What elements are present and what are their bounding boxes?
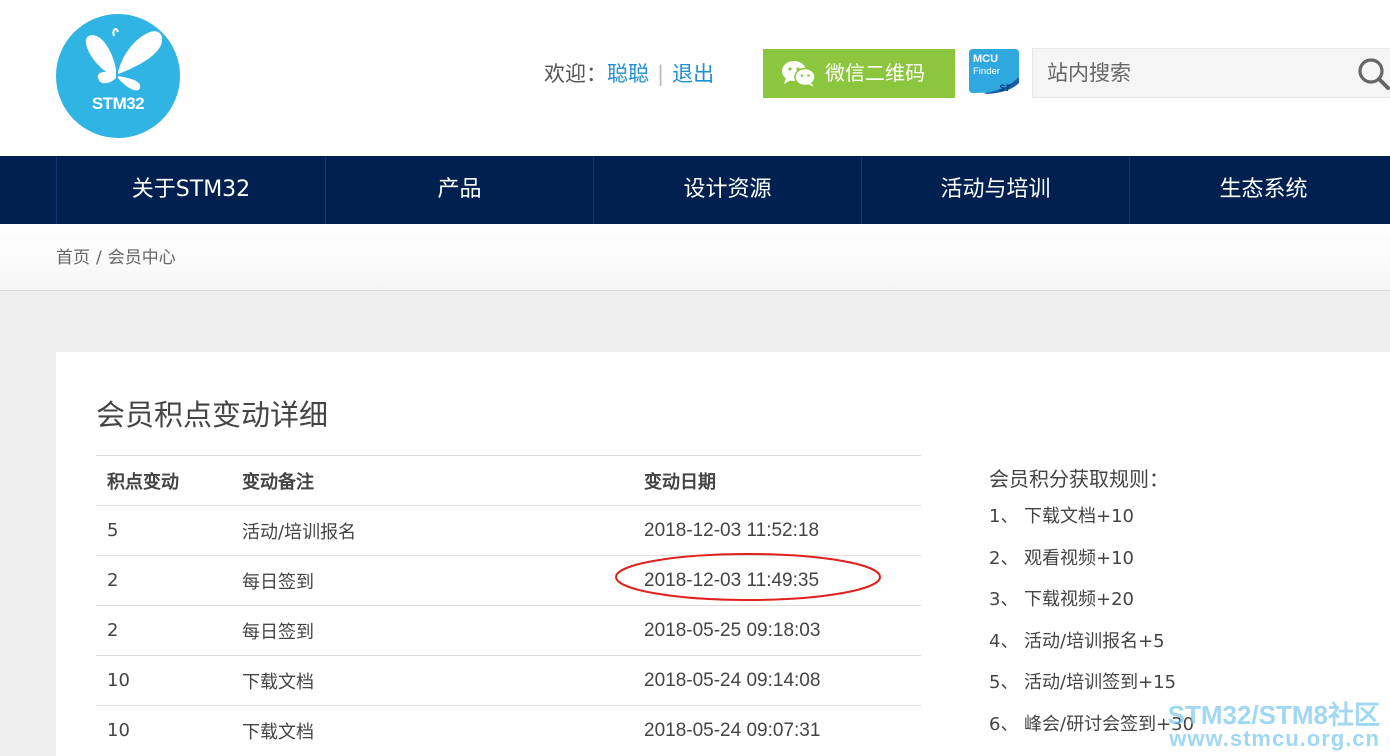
cell-points: 2	[96, 605, 231, 656]
rule-number: 2、	[989, 547, 1019, 569]
cell-note: 下载文档	[231, 705, 633, 755]
cell-points: 2	[96, 555, 231, 606]
nav-item-about-stm32[interactable]: 关于STM32	[56, 156, 325, 224]
list-item: 4、 活动/培训报名+5	[989, 624, 1194, 666]
nav-item-products[interactable]: 产品	[325, 156, 593, 224]
mcu-finder-app-icon[interactable]: MCU Finder ST	[969, 47, 1019, 95]
column-header-note: 变动备注	[231, 455, 633, 506]
logout-link[interactable]: 退出	[672, 62, 714, 86]
search-icon[interactable]	[1357, 57, 1390, 91]
username-link[interactable]: 聪聪	[607, 62, 649, 86]
page-title: 会员积点变动详细	[96, 398, 329, 432]
mcu-finder-text-1: MCU	[973, 53, 998, 65]
mcu-finder-text-2: Finder	[973, 66, 1000, 77]
welcome-separator: |	[657, 62, 665, 86]
cell-date: 2018-12-03 11:49:35	[633, 555, 921, 606]
cell-note: 每日签到	[231, 555, 633, 606]
table-row: 10 下载文档 2018-05-24 09:14:08	[96, 655, 921, 706]
list-item: 3、 下载视频+20	[989, 582, 1194, 624]
search-input[interactable]	[1047, 49, 1337, 97]
rule-number: 3、	[989, 589, 1019, 611]
list-item: 1、 下载文档+10	[989, 499, 1194, 541]
logo-text: STM32	[91, 94, 145, 113]
site-watermark: STM32/STM8社区 www.stmcu.org.cn	[1168, 702, 1380, 750]
cell-date: 2018-05-24 09:07:31	[633, 705, 921, 755]
table-row: 2 每日签到 2018-12-03 11:49:35	[96, 555, 921, 606]
list-item: 5、 活动/培训签到+15	[989, 665, 1194, 707]
rule-number: 6、	[989, 713, 1019, 735]
wechat-qrcode-button[interactable]: 微信二维码	[763, 49, 955, 98]
rule-text: 观看视频+10	[1024, 547, 1134, 569]
rule-text: 活动/培训签到+15	[1024, 672, 1177, 694]
table-row: 2 每日签到 2018-05-25 09:18:03	[96, 605, 921, 656]
site-header: STM32 欢迎：聪聪 | 退出 微信二维码 MCU Finder ST	[0, 0, 1390, 156]
rule-number: 1、	[989, 506, 1019, 527]
list-item: 2、 观看视频+10	[989, 541, 1194, 583]
cell-points: 10	[96, 705, 231, 755]
table-row: 10 下载文档 2018-05-24 09:07:31	[96, 705, 921, 755]
nav-item-design-resources[interactable]: 设计资源	[593, 156, 861, 224]
column-header-points: 积点变动	[96, 455, 231, 506]
cell-note: 活动/培训报名	[231, 505, 633, 556]
nav-item-ecosystem[interactable]: 生态系统	[1129, 156, 1390, 224]
search-box	[1032, 48, 1390, 98]
cell-note: 每日签到	[231, 605, 633, 656]
cell-date: 2018-12-03 11:52:18	[633, 505, 921, 556]
rule-number: 5、	[989, 672, 1019, 694]
breadcrumb-separator: /	[96, 248, 102, 268]
breadcrumb-current: 会员中心	[107, 248, 176, 268]
breadcrumb: 首页 / 会员中心	[56, 224, 176, 292]
rule-text: 下载视频+20	[1024, 589, 1134, 611]
svg-text:ST: ST	[999, 83, 1012, 93]
cell-points: 5	[96, 505, 231, 556]
main-nav: 关于STM32 产品 设计资源 活动与培训 生态系统	[0, 156, 1390, 224]
rule-text: 下载文档+10	[1024, 506, 1134, 527]
breadcrumb-bar: 首页 / 会员中心	[0, 224, 1390, 291]
breadcrumb-home[interactable]: 首页	[56, 248, 90, 268]
points-detail-panel: 会员积点变动详细 积点变动 变动备注 变动日期 5 活动/培训报名 2018-1…	[56, 352, 1390, 756]
stm32-logo[interactable]: STM32	[56, 14, 180, 138]
wechat-icon	[782, 61, 816, 87]
cell-note: 下载文档	[231, 655, 633, 706]
wechat-button-label: 微信二维码	[825, 61, 925, 85]
watermark-line-2: www.stmcu.org.cn	[1169, 726, 1380, 751]
column-header-date: 变动日期	[633, 455, 921, 506]
nav-item-events-training[interactable]: 活动与培训	[861, 156, 1129, 224]
cell-date: 2018-05-24 09:14:08	[633, 655, 921, 706]
rule-text: 活动/培训报名+5	[1024, 630, 1165, 652]
cell-date: 2018-05-25 09:18:03	[633, 605, 921, 656]
welcome-label: 欢迎：	[544, 62, 607, 86]
cell-points: 10	[96, 655, 231, 706]
rules-list: 1、 下载文档+10 2、 观看视频+10 3、 下载视频+20 4、 活动/培训报名+…	[989, 499, 1194, 749]
table-header-row: 积点变动 变动备注 变动日期	[96, 455, 921, 506]
rule-number: 4、	[989, 630, 1019, 652]
list-item: 6、 峰会/研讨会签到+30	[989, 707, 1194, 749]
table-row: 5 活动/培训报名 2018-12-03 11:52:18	[96, 505, 921, 556]
points-table: 积点变动 变动备注 变动日期 5 活动/培训报名 2018-12-03 11:5…	[96, 455, 921, 755]
butterfly-icon	[85, 28, 163, 91]
rules-title: 会员积分获取规则：	[989, 467, 1169, 491]
watermark-line-1: STM32/STM8社区	[1167, 700, 1380, 730]
welcome-area: 欢迎：聪聪 | 退出	[544, 58, 714, 88]
